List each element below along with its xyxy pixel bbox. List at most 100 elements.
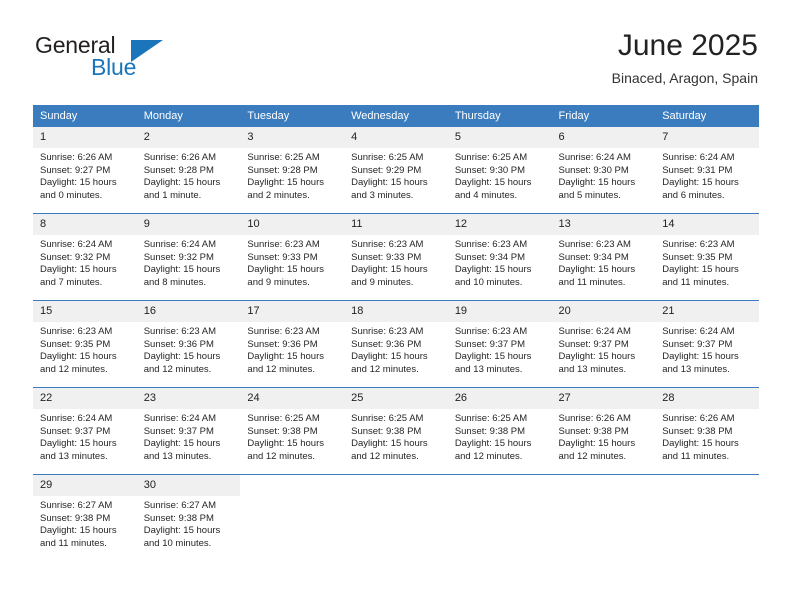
weekday-header-friday: Friday bbox=[551, 105, 656, 127]
daylight-text-line1: Daylight: 15 hours bbox=[40, 264, 117, 276]
daylight-text-line1: Daylight: 15 hours bbox=[454, 177, 532, 189]
sunset-text: Sunset: 9:34 PM bbox=[454, 251, 526, 263]
sunrise-text: Sunrise: 6:24 AM bbox=[662, 152, 735, 163]
daylight-text-line1: Daylight: 15 hours bbox=[351, 438, 428, 450]
day-cell[interactable]: 29 Sunrise: 6:27 AM Sunset: 9:38 PM Dayl… bbox=[33, 474, 137, 561]
daylight-text-line1: Daylight: 15 hours bbox=[662, 264, 739, 276]
sunrise-text: Sunrise: 6:23 AM bbox=[662, 239, 735, 250]
sunrise-text: Sunrise: 6:23 AM bbox=[143, 326, 217, 337]
day-cell[interactable]: 17 Sunrise: 6:23 AM Sunset: 9:36 PM Dayl… bbox=[240, 300, 345, 388]
day-cell[interactable]: 26 Sunrise: 6:25 AM Sunset: 9:38 PM Dayl… bbox=[447, 387, 552, 475]
week-row: 15 Sunrise: 6:23 AM Sunset: 9:35 PM Dayl… bbox=[33, 300, 759, 388]
day-cell-empty bbox=[240, 474, 345, 561]
day-number: 13 bbox=[551, 214, 656, 235]
day-cell[interactable]: 6 Sunrise: 6:24 AM Sunset: 9:30 PM Dayli… bbox=[551, 127, 656, 214]
sunrise-text: Sunrise: 6:25 AM bbox=[351, 152, 424, 163]
daylight-text-line1: Daylight: 15 hours bbox=[454, 438, 532, 450]
sunrise-text: Sunrise: 6:24 AM bbox=[558, 326, 631, 337]
day-cell[interactable]: 28 Sunrise: 6:26 AM Sunset: 9:38 PM Dayl… bbox=[655, 387, 759, 475]
day-cell[interactable]: 20 Sunrise: 6:24 AM Sunset: 9:37 PM Dayl… bbox=[551, 300, 656, 388]
day-cell[interactable]: 10 Sunrise: 6:23 AM Sunset: 9:33 PM Dayl… bbox=[240, 213, 345, 301]
day-cell[interactable]: 4 Sunrise: 6:25 AM Sunset: 9:29 PM Dayli… bbox=[344, 127, 448, 214]
day-details: Sunrise: 6:24 AM Sunset: 9:31 PM Dayligh… bbox=[655, 148, 759, 202]
sunrise-text: Sunrise: 6:25 AM bbox=[247, 413, 320, 424]
day-details: Sunrise: 6:24 AM Sunset: 9:37 PM Dayligh… bbox=[552, 322, 656, 376]
week-row: 29 Sunrise: 6:27 AM Sunset: 9:38 PM Dayl… bbox=[33, 474, 759, 561]
daylight-text-line2: and 10 minutes. bbox=[143, 537, 212, 549]
sunrise-text: Sunrise: 6:23 AM bbox=[247, 326, 320, 337]
weekday-header-tuesday: Tuesday bbox=[240, 105, 345, 127]
brand-logo[interactable]: General Blue bbox=[33, 32, 263, 92]
sunset-text: Sunset: 9:37 PM bbox=[558, 338, 629, 350]
daylight-text-line1: Daylight: 15 hours bbox=[558, 351, 636, 363]
week-row: 22 Sunrise: 6:24 AM Sunset: 9:37 PM Dayl… bbox=[33, 387, 759, 475]
day-cell[interactable]: 25 Sunrise: 6:25 AM Sunset: 9:38 PM Dayl… bbox=[344, 387, 448, 475]
daylight-text-line2: and 1 minute. bbox=[143, 189, 202, 201]
day-cell[interactable]: 7 Sunrise: 6:24 AM Sunset: 9:31 PM Dayli… bbox=[655, 127, 759, 214]
day-cell[interactable]: 18 Sunrise: 6:23 AM Sunset: 9:36 PM Dayl… bbox=[344, 300, 448, 388]
sunset-text: Sunset: 9:36 PM bbox=[247, 338, 318, 350]
day-number: 29 bbox=[33, 475, 137, 496]
daylight-text-line1: Daylight: 15 hours bbox=[143, 438, 221, 450]
day-number: 14 bbox=[655, 214, 759, 235]
day-cell[interactable]: 1 Sunrise: 6:26 AM Sunset: 9:27 PM Dayli… bbox=[33, 127, 137, 214]
page-header: General Blue June 2025 Binaced, Aragon, … bbox=[33, 28, 758, 98]
daylight-text-line2: and 9 minutes. bbox=[351, 276, 414, 288]
day-number: 1 bbox=[33, 127, 137, 148]
daylight-text-line1: Daylight: 15 hours bbox=[40, 351, 117, 363]
sunset-text: Sunset: 9:27 PM bbox=[40, 164, 111, 176]
day-cell[interactable]: 11 Sunrise: 6:23 AM Sunset: 9:33 PM Dayl… bbox=[344, 213, 448, 301]
sunrise-text: Sunrise: 6:23 AM bbox=[454, 239, 528, 250]
day-number bbox=[447, 475, 552, 496]
day-cell[interactable]: 23 Sunrise: 6:24 AM Sunset: 9:37 PM Dayl… bbox=[136, 387, 241, 475]
day-cell[interactable]: 19 Sunrise: 6:23 AM Sunset: 9:37 PM Dayl… bbox=[447, 300, 552, 388]
day-cell[interactable]: 3 Sunrise: 6:25 AM Sunset: 9:28 PM Dayli… bbox=[240, 127, 345, 214]
page-title: June 2025 bbox=[617, 29, 758, 62]
day-cell[interactable]: 5 Sunrise: 6:25 AM Sunset: 9:30 PM Dayli… bbox=[447, 127, 552, 214]
daylight-text-line2: and 11 minutes. bbox=[662, 276, 730, 288]
sunrise-text: Sunrise: 6:24 AM bbox=[143, 239, 217, 250]
day-details: Sunrise: 6:26 AM Sunset: 9:27 PM Dayligh… bbox=[33, 148, 137, 202]
daylight-text-line2: and 9 minutes. bbox=[247, 276, 310, 288]
day-details: Sunrise: 6:25 AM Sunset: 9:28 PM Dayligh… bbox=[240, 148, 344, 202]
daylight-text-line1: Daylight: 15 hours bbox=[143, 264, 221, 276]
day-cell[interactable]: 9 Sunrise: 6:24 AM Sunset: 9:32 PM Dayli… bbox=[136, 213, 241, 301]
day-details: Sunrise: 6:24 AM Sunset: 9:37 PM Dayligh… bbox=[655, 322, 759, 376]
day-cell[interactable]: 8 Sunrise: 6:24 AM Sunset: 9:32 PM Dayli… bbox=[33, 213, 137, 301]
day-cell[interactable]: 27 Sunrise: 6:26 AM Sunset: 9:38 PM Dayl… bbox=[551, 387, 656, 475]
calendar-table: Sunday Monday Tuesday Wednesday Thursday… bbox=[33, 105, 759, 561]
sunset-text: Sunset: 9:28 PM bbox=[143, 164, 214, 176]
sunrise-text: Sunrise: 6:23 AM bbox=[558, 239, 631, 250]
sunset-text: Sunset: 9:38 PM bbox=[351, 425, 422, 437]
daylight-text-line2: and 11 minutes. bbox=[662, 450, 730, 462]
day-cell[interactable]: 13 Sunrise: 6:23 AM Sunset: 9:34 PM Dayl… bbox=[551, 213, 656, 301]
daylight-text-line2: and 8 minutes. bbox=[143, 276, 207, 288]
day-cell[interactable]: 2 Sunrise: 6:26 AM Sunset: 9:28 PM Dayli… bbox=[136, 127, 241, 214]
sunset-text: Sunset: 9:35 PM bbox=[40, 338, 111, 350]
sunrise-text: Sunrise: 6:27 AM bbox=[40, 500, 113, 511]
daylight-text-line2: and 12 minutes. bbox=[351, 450, 419, 462]
sunrise-text: Sunrise: 6:26 AM bbox=[40, 152, 113, 163]
daylight-text-line1: Daylight: 15 hours bbox=[247, 177, 324, 189]
sunset-text: Sunset: 9:37 PM bbox=[143, 425, 214, 437]
sunrise-text: Sunrise: 6:26 AM bbox=[558, 413, 631, 424]
day-details: Sunrise: 6:23 AM Sunset: 9:36 PM Dayligh… bbox=[240, 322, 344, 376]
day-cell[interactable]: 12 Sunrise: 6:23 AM Sunset: 9:34 PM Dayl… bbox=[447, 213, 552, 301]
day-cell[interactable]: 22 Sunrise: 6:24 AM Sunset: 9:37 PM Dayl… bbox=[33, 387, 137, 475]
day-cell[interactable]: 15 Sunrise: 6:23 AM Sunset: 9:35 PM Dayl… bbox=[33, 300, 137, 388]
day-cell[interactable]: 14 Sunrise: 6:23 AM Sunset: 9:35 PM Dayl… bbox=[655, 213, 759, 301]
day-number: 16 bbox=[136, 301, 241, 322]
day-cell[interactable]: 21 Sunrise: 6:24 AM Sunset: 9:37 PM Dayl… bbox=[655, 300, 759, 388]
daylight-text-line1: Daylight: 15 hours bbox=[143, 525, 221, 537]
sunrise-text: Sunrise: 6:25 AM bbox=[351, 413, 424, 424]
day-cell[interactable]: 16 Sunrise: 6:23 AM Sunset: 9:36 PM Dayl… bbox=[136, 300, 241, 388]
daylight-text-line1: Daylight: 15 hours bbox=[40, 177, 117, 189]
day-number bbox=[655, 475, 759, 496]
day-cell[interactable]: 24 Sunrise: 6:25 AM Sunset: 9:38 PM Dayl… bbox=[240, 387, 345, 475]
sunset-text: Sunset: 9:32 PM bbox=[40, 251, 111, 263]
title-block: June 2025 Binaced, Aragon, Spain bbox=[612, 28, 758, 87]
day-number: 8 bbox=[33, 214, 137, 235]
day-number: 24 bbox=[240, 388, 345, 409]
day-cell[interactable]: 30 Sunrise: 6:27 AM Sunset: 9:38 PM Dayl… bbox=[136, 474, 241, 561]
day-details: Sunrise: 6:23 AM Sunset: 9:33 PM Dayligh… bbox=[344, 235, 448, 289]
